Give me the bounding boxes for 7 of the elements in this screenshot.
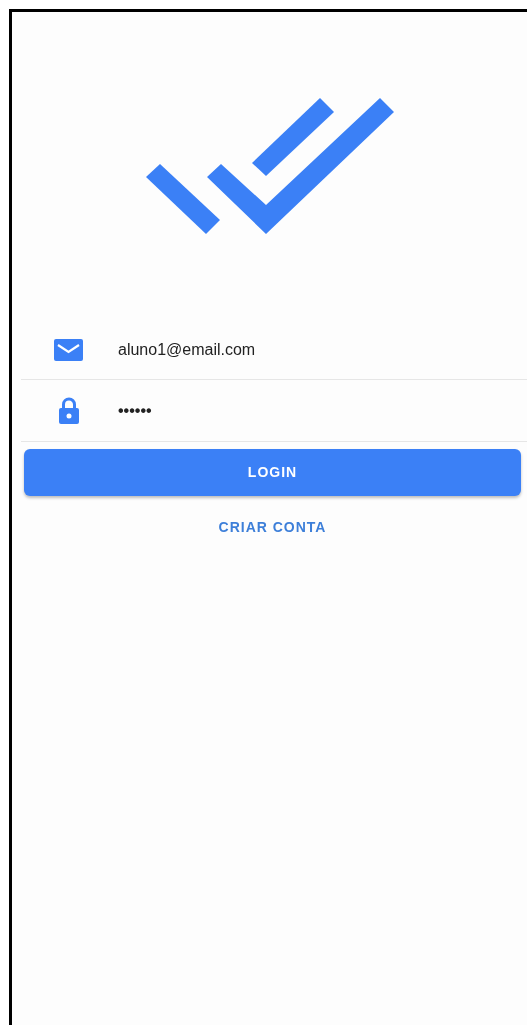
login-button[interactable]: LOGIN bbox=[24, 449, 521, 496]
envelope-icon bbox=[54, 338, 83, 361]
logo-icon bbox=[146, 97, 395, 236]
create-account-link[interactable]: CRIAR CONTA bbox=[218, 519, 327, 535]
password-field[interactable]: •••••• bbox=[118, 398, 527, 423]
lock-icon bbox=[58, 397, 79, 424]
email-field[interactable]: aluno1@email.com bbox=[118, 337, 527, 362]
